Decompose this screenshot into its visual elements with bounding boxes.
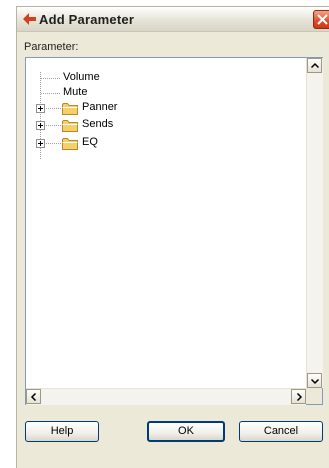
help-button[interactable]: Help (25, 421, 99, 442)
title-bar[interactable]: Add Parameter (17, 7, 329, 32)
scroll-left-button[interactable] (26, 389, 41, 404)
ok-button[interactable]: OK (147, 421, 225, 442)
arrow-down-icon (311, 378, 319, 385)
cancel-button[interactable]: Cancel (239, 421, 323, 442)
add-parameter-dialog: Add Parameter Parameter: Volume Mute Pan… (16, 6, 329, 468)
tree-item-mute[interactable]: Mute (26, 86, 226, 101)
tree-item-label: Mute (63, 86, 88, 98)
tree-item-label: EQ (82, 136, 98, 148)
tree-item-label: Panner (82, 101, 118, 113)
app-arrow-icon (23, 13, 37, 25)
expand-plus-icon[interactable] (36, 104, 45, 113)
scroll-up-button[interactable] (307, 58, 322, 73)
arrow-right-icon (296, 393, 303, 401)
tree-item-label: Sends (82, 118, 114, 130)
tree-item-sends[interactable]: Sends (26, 118, 226, 133)
arrow-up-icon (311, 62, 319, 69)
tree-item-panner[interactable]: Panner (26, 101, 226, 116)
close-icon (317, 14, 328, 25)
window-title: Add Parameter (39, 12, 135, 27)
expand-plus-icon[interactable] (36, 139, 45, 148)
close-button[interactable] (313, 10, 329, 29)
scroll-right-button[interactable] (291, 389, 306, 404)
tree-item-eq[interactable]: EQ (26, 136, 226, 151)
folder-icon (62, 103, 78, 115)
folder-icon (62, 120, 78, 132)
scrollbar-corner (306, 388, 322, 404)
vertical-scrollbar[interactable] (306, 58, 323, 388)
parameter-tree[interactable]: Volume Mute Panner Sends EQ (25, 57, 323, 405)
tree-item-label: Volume (63, 71, 100, 83)
expand-plus-icon[interactable] (36, 121, 45, 130)
scroll-down-button[interactable] (307, 373, 322, 388)
folder-icon (62, 138, 78, 150)
horizontal-scrollbar[interactable] (26, 388, 306, 405)
arrow-left-icon (30, 393, 37, 401)
tree-item-volume[interactable]: Volume (26, 71, 226, 86)
parameter-label: Parameter: (24, 41, 79, 53)
